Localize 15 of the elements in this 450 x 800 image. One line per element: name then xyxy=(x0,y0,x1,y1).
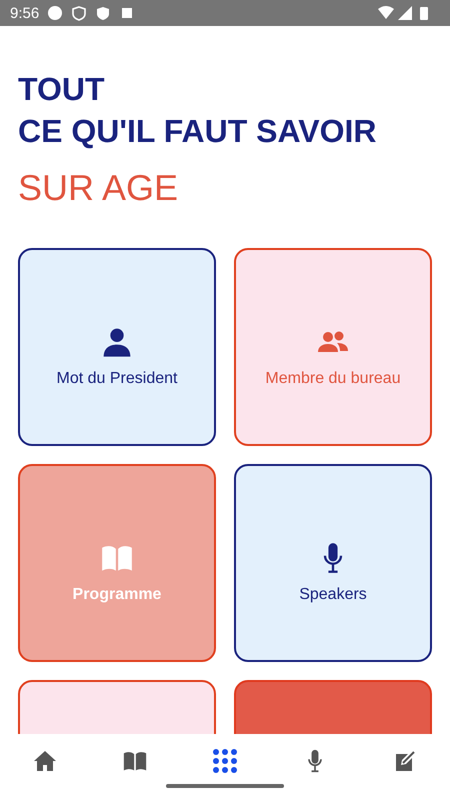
subtitle: SUR AGE xyxy=(18,168,180,208)
clock: 9:56 xyxy=(10,4,40,22)
open-book-icon xyxy=(123,749,147,773)
home-icon[interactable] xyxy=(33,749,57,773)
person-icon xyxy=(101,326,133,358)
menu-card[interactable]: Mot du President xyxy=(18,248,216,446)
title: TOUT xyxy=(18,70,106,108)
shield-icon xyxy=(95,5,112,21)
circle-icon xyxy=(47,5,64,21)
title: CE QU'IL FAUT SAVOIR xyxy=(18,112,378,150)
edit-icon[interactable] xyxy=(393,749,417,773)
shield-icon xyxy=(71,5,88,21)
menu-card[interactable]: Speakers xyxy=(234,464,432,662)
gesture-handle[interactable] xyxy=(166,784,284,788)
grid-icon[interactable] xyxy=(213,749,237,773)
